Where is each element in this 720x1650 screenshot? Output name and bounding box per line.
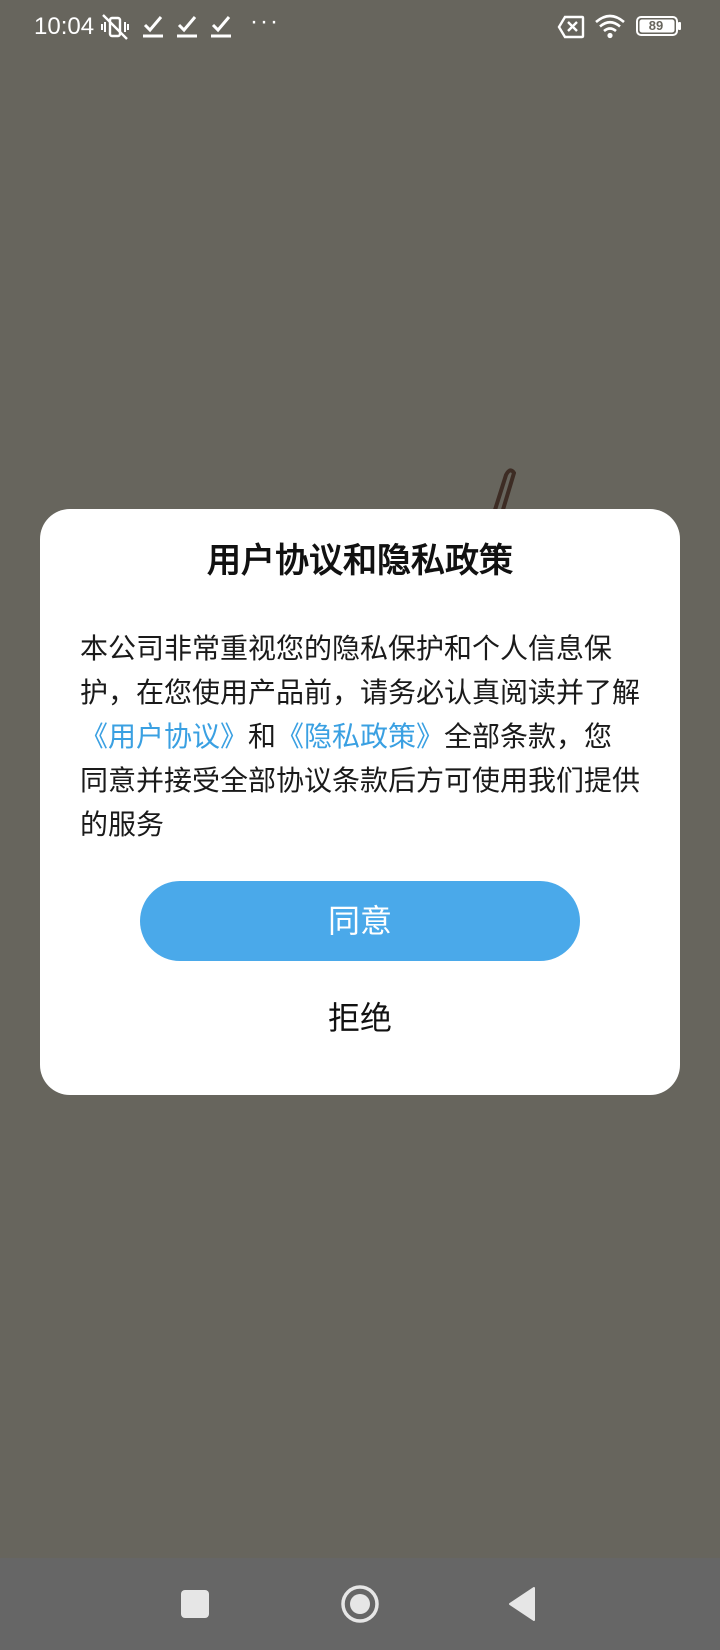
wifi-icon [594,13,626,43]
status-time: 10:04 [34,13,95,40]
back-icon[interactable] [500,1580,548,1628]
battery-level: 89 [648,18,664,33]
check-icon [142,13,164,43]
vibrate-off-icon [100,13,130,45]
check-icon [176,13,198,43]
status-bar: 10:04 ··· 89 [0,0,720,56]
dialog-body-and: 和 [248,720,277,753]
recent-apps-icon[interactable] [171,1580,219,1628]
agree-button[interactable]: 同意 [140,881,580,961]
more-notifications-indicator: ··· [250,8,280,35]
dialog-title: 用户协议和隐私政策 [207,541,513,581]
home-icon[interactable] [336,1580,384,1628]
user-agreement-link[interactable]: 《用户协议》 [80,720,248,753]
navigation-bar [0,1558,720,1650]
check-icon [210,13,232,43]
battery-icon: 89 [636,16,681,36]
sim-off-icon [557,15,585,43]
dialog-body-text: 本公司非常重视您的隐私保护和个人信息保护，在您使用产品前，请务必认真阅读并了解 [80,632,641,709]
reject-button[interactable]: 拒绝 [260,985,460,1051]
privacy-dialog: 用户协议和隐私政策 本公司非常重视您的隐私保护和个人信息保护，在您使用产品前，请… [40,509,680,1095]
dialog-body: 本公司非常重视您的隐私保护和个人信息保护，在您使用产品前，请务必认真阅读并了解《… [80,627,640,847]
privacy-policy-link[interactable]: 《隐私政策》 [276,720,444,753]
